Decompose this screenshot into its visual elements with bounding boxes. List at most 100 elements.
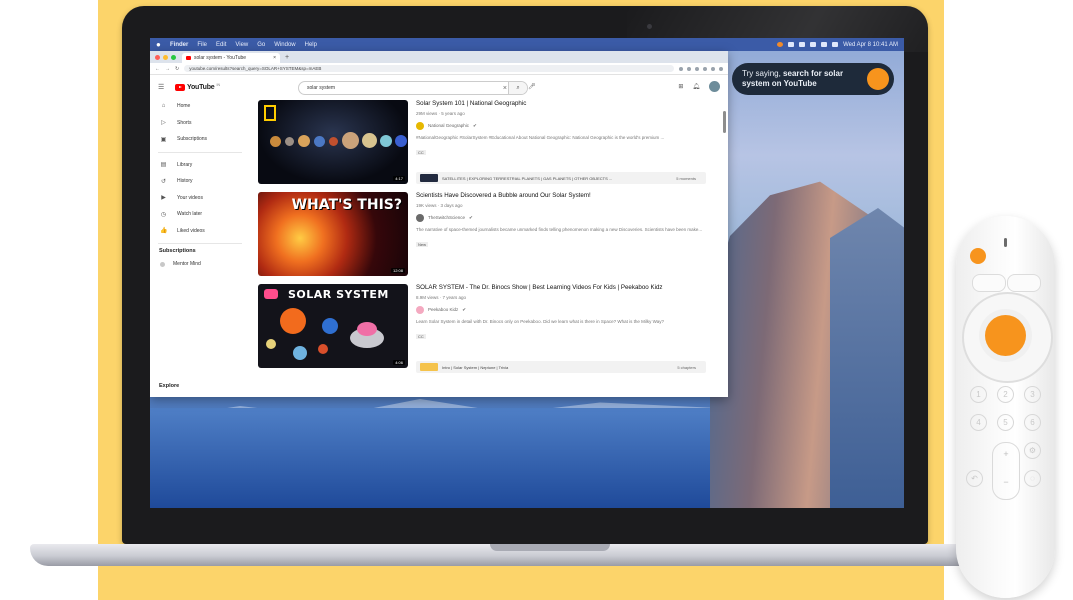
key-2-button[interactable]: 2 <box>997 386 1014 403</box>
camera <box>647 24 652 29</box>
youtube-logo[interactable]: YouTube IN <box>175 83 220 91</box>
sidebar-item-label: History <box>177 178 193 185</box>
watch-later-icon: ◷ <box>160 211 167 218</box>
video-title[interactable]: SOLAR SYSTEM - The Dr. Binocs Show | Bes… <box>416 284 706 293</box>
menu-view[interactable]: View <box>235 42 248 48</box>
menu-clock[interactable]: Wed Apr 8 10:41 AM <box>843 42 898 48</box>
results-scrollbar[interactable] <box>723 111 726 133</box>
sidebar-item-your-videos[interactable]: ▶ Your videos <box>150 190 250 207</box>
sidebar-item-shorts[interactable]: ▷ Shorts <box>150 115 250 132</box>
key-1-button[interactable]: 1 <box>970 386 987 403</box>
tab-close-icon[interactable]: × <box>273 55 276 61</box>
battery-icon[interactable] <box>799 42 806 47</box>
volume-rocker[interactable]: + − <box>992 442 1020 500</box>
search-button[interactable]: ⌕ <box>508 82 527 94</box>
video-thumbnail[interactable]: 4:17 <box>258 100 408 184</box>
sidebar-item-liked-videos[interactable]: 👍 Liked videos <box>150 223 250 240</box>
menu-button[interactable]: ◌ <box>1024 470 1041 487</box>
youtube-play-icon <box>175 83 185 91</box>
tab-youtube[interactable]: solar system - YouTube × <box>182 53 280 63</box>
notifications-icon[interactable]: 🔔︎ <box>692 83 700 90</box>
mic-button[interactable] <box>972 274 1006 292</box>
zoom-window-button[interactable] <box>171 54 176 60</box>
apple-icon[interactable]: ● <box>156 40 164 49</box>
sidebar-item-home[interactable]: ⌂ Home <box>150 98 250 115</box>
share-icon[interactable] <box>679 66 683 71</box>
settings-button[interactable]: ⚙ <box>1024 442 1041 459</box>
menu-file[interactable]: File <box>197 42 207 48</box>
volume-down-icon[interactable]: − <box>993 477 1019 487</box>
sidebar-item-channel[interactable]: Mentor Mind <box>150 257 250 271</box>
assistant-mic-icon[interactable] <box>867 68 889 90</box>
menu-window[interactable]: Window <box>274 42 295 48</box>
video-result[interactable]: SOLAR SYSTEM 4:06 SOLAR SYSTEM - The Dr.… <box>258 284 708 376</box>
key-5-button[interactable]: 5 <box>997 414 1014 431</box>
create-icon[interactable]: ⊞ <box>678 83 683 90</box>
video-channel[interactable]: Peekaboo Kidz ✔ <box>416 305 706 314</box>
new-tab-button[interactable]: + <box>285 54 289 61</box>
search-input[interactable]: solar system × ⌕ <box>298 81 528 95</box>
ok-button[interactable] <box>985 315 1026 356</box>
sidebar-icon[interactable] <box>703 66 707 71</box>
key-4-button[interactable]: 4 <box>970 414 987 431</box>
library-icon: ▤ <box>160 162 167 169</box>
sidebar-item-label: Home <box>177 103 191 110</box>
volume-up-icon[interactable]: + <box>993 449 1019 459</box>
menu-edit[interactable]: Edit <box>216 42 226 48</box>
chapters-row[interactable]: Intro | Solar System | Neptune | Trivia … <box>416 361 706 373</box>
siri-icon[interactable] <box>832 42 839 47</box>
video-result[interactable]: WHAT'S THIS? 12:08 Scientists Have Disco… <box>258 192 708 284</box>
voice-search-icon[interactable]: 🎤︎ <box>528 83 536 91</box>
key-3-button[interactable]: 3 <box>1024 386 1041 403</box>
window-controls <box>150 54 182 60</box>
clear-search-icon[interactable]: × <box>503 85 507 92</box>
hamburger-menu-icon[interactable]: ☰ <box>158 83 165 91</box>
video-result[interactable]: 4:17 Solar System 101 | National Geograp… <box>258 100 708 192</box>
laptop-screen: ● Finder File Edit View Go Window Help W… <box>150 38 904 508</box>
subscriptions-heading: Subscriptions <box>159 248 196 254</box>
menu-go[interactable]: Go <box>257 42 265 48</box>
video-title[interactable]: Solar System 101 | National Geographic <box>416 100 706 109</box>
video-channel[interactable]: TheSwitchScience ✔ <box>416 213 706 222</box>
key-6-button[interactable]: 6 <box>1024 414 1041 431</box>
video-thumbnail[interactable]: SOLAR SYSTEM 4:06 <box>258 284 408 368</box>
avatar[interactable] <box>709 81 720 92</box>
youtube-wordmark: YouTube <box>187 83 215 91</box>
menu-app[interactable]: Finder <box>170 42 188 48</box>
video-thumbnail[interactable]: WHAT'S THIS? 12:08 <box>258 192 408 276</box>
back-icon[interactable]: ← <box>155 66 160 72</box>
chapter-text: SATELLITES | EXPLORING TERRESTRIAL PLANE… <box>442 175 613 181</box>
sidebar-item-subscriptions[interactable]: ▣ Subscriptions <box>150 131 250 148</box>
search-results: 4:17 Solar System 101 | National Geograp… <box>258 100 708 376</box>
search-icon[interactable] <box>810 42 817 47</box>
control-center-icon[interactable] <box>821 42 828 47</box>
sidebar-item-history[interactable]: ↺ History <box>150 173 250 190</box>
menu-help[interactable]: Help <box>305 42 317 48</box>
home-button[interactable] <box>1007 274 1041 292</box>
wifi-icon[interactable] <box>788 42 795 47</box>
power-button[interactable] <box>970 248 986 264</box>
your-videos-icon: ▶ <box>161 195 166 202</box>
sidebar-item-library[interactable]: ▤ Library <box>150 157 250 174</box>
sidebar-item-watch-later[interactable]: ◷ Watch later <box>150 206 250 223</box>
channel-avatar <box>416 305 424 314</box>
close-window-button[interactable] <box>155 54 160 60</box>
nat-geo-logo <box>264 105 276 121</box>
assistant-status-icon[interactable] <box>777 42 784 47</box>
video-title[interactable]: Scientists Have Discovered a Bubble arou… <box>416 192 706 201</box>
video-channel[interactable]: National Geographic ✔ <box>416 121 706 130</box>
channel-avatar <box>416 121 424 130</box>
subscriptions-icon: ▣ <box>160 136 167 143</box>
menu-icon[interactable] <box>719 66 723 71</box>
reload-icon[interactable]: ↻ <box>175 66 179 72</box>
forward-icon[interactable]: → <box>165 66 170 72</box>
menu-status-area: Wed Apr 8 10:41 AM <box>777 42 904 48</box>
back-button[interactable]: ↶ <box>966 470 983 487</box>
address-bar[interactable]: youtube.com/results?search_query=SOLAR+S… <box>184 65 674 72</box>
kids-solar-thumbnail-art: SOLAR SYSTEM <box>258 284 408 368</box>
bookmark-icon[interactable] <box>687 66 691 71</box>
profile-icon[interactable] <box>711 66 715 71</box>
minimize-window-button[interactable] <box>163 54 168 60</box>
extension-icon[interactable] <box>695 66 699 71</box>
key-moments-row[interactable]: SATELLITES | EXPLORING TERRESTRIAL PLANE… <box>416 172 706 184</box>
